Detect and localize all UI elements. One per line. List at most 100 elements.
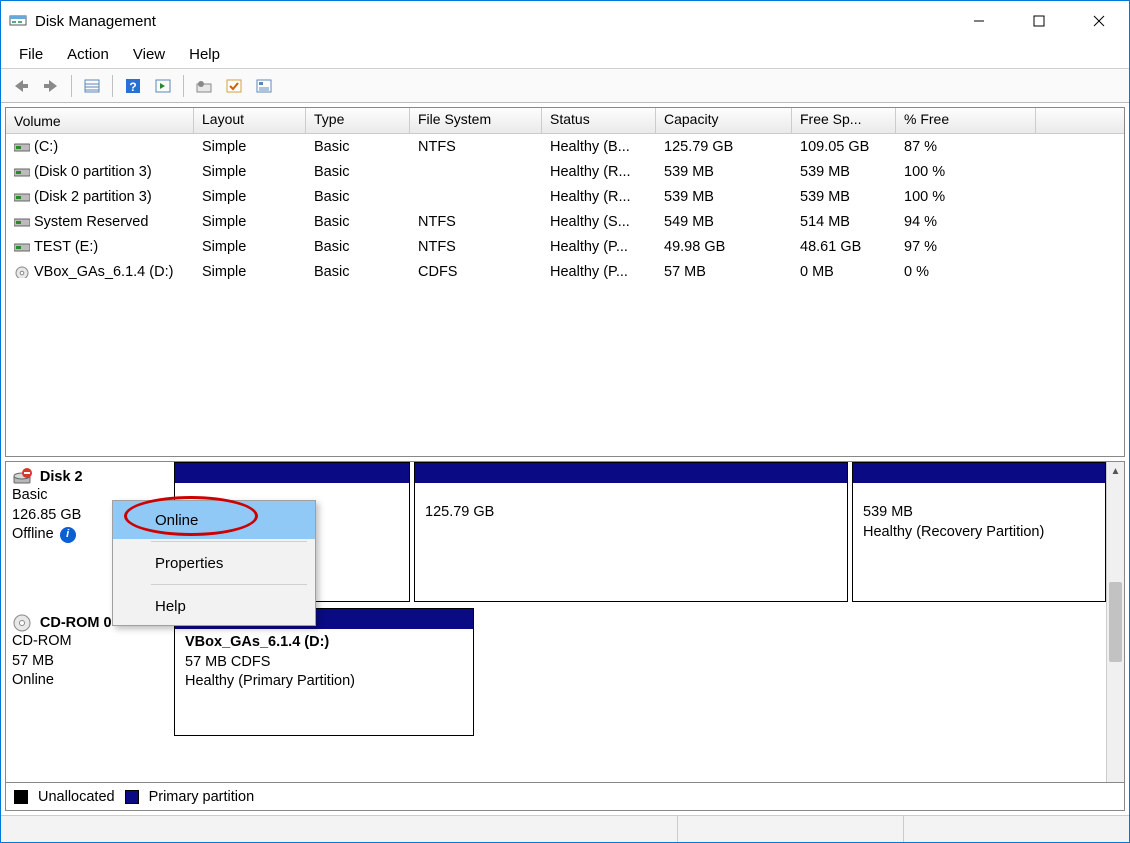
legend-primary: Primary partition: [149, 789, 255, 805]
svg-text:?: ?: [129, 80, 136, 94]
ctx-online[interactable]: Online: [113, 501, 315, 539]
volume-name-cell: System Reserved: [6, 212, 194, 232]
volume-capacity: 539 MB: [656, 162, 792, 182]
ctx-help[interactable]: Help: [113, 587, 315, 625]
col-layout[interactable]: Layout: [194, 108, 306, 133]
maximize-button[interactable]: [1009, 1, 1069, 41]
volume-layout: Simple: [194, 262, 306, 282]
volume-filesystem: NTFS: [410, 137, 542, 157]
disk2-partition-2[interactable]: 125.79 GB: [414, 462, 848, 602]
menu-help[interactable]: Help: [179, 44, 230, 65]
toolbar: ?: [1, 69, 1129, 103]
cdrom-icon: [12, 614, 32, 632]
cdrom0-type: CD-ROM: [12, 632, 166, 652]
volume-name: (Disk 0 partition 3): [34, 164, 152, 180]
volume-pctfree: 100 %: [896, 187, 1036, 207]
volume-name-cell: (Disk 0 partition 3): [6, 162, 194, 182]
volume-layout: Simple: [194, 187, 306, 207]
volume-freespace: 514 MB: [792, 212, 896, 232]
col-capacity[interactable]: Capacity: [656, 108, 792, 133]
col-volume[interactable]: Volume: [6, 108, 194, 133]
forward-button[interactable]: [37, 73, 65, 99]
menu-file[interactable]: File: [9, 44, 53, 65]
volume-capacity: 57 MB: [656, 262, 792, 282]
disk2-part2-size: 125.79 GB: [425, 503, 837, 523]
window-title: Disk Management: [35, 13, 156, 30]
col-filesystem[interactable]: File System: [410, 108, 542, 133]
volume-name: System Reserved: [34, 214, 148, 230]
close-button[interactable]: [1069, 1, 1129, 41]
help-button[interactable]: ?: [119, 73, 147, 99]
volume-type: Basic: [306, 187, 410, 207]
volume-filesystem: [410, 170, 542, 174]
volume-freespace: 539 MB: [792, 187, 896, 207]
volume-type: Basic: [306, 137, 410, 157]
disk2-state: Offline: [12, 526, 54, 542]
settings-button[interactable]: [190, 73, 218, 99]
menu-view[interactable]: View: [123, 44, 175, 65]
ctx-properties[interactable]: Properties: [113, 544, 315, 582]
volume-row[interactable]: VBox_GAs_6.1.4 (D:)SimpleBasicCDFSHealth…: [6, 259, 1124, 284]
col-status[interactable]: Status: [542, 108, 656, 133]
volume-capacity: 549 MB: [656, 212, 792, 232]
title-bar: Disk Management: [1, 1, 1129, 41]
graphical-view: Disk 2 Basic 126.85 GB Offline i 125.79 …: [5, 461, 1125, 783]
volume-layout: Simple: [194, 162, 306, 182]
menu-action[interactable]: Action: [57, 44, 119, 65]
volume-capacity: 125.79 GB: [656, 137, 792, 157]
volume-freespace: 48.61 GB: [792, 237, 896, 257]
volume-freespace: 0 MB: [792, 262, 896, 282]
volume-filesystem: [410, 195, 542, 199]
swatch-unallocated: [14, 790, 28, 804]
minimize-button[interactable]: [949, 1, 1009, 41]
volume-status: Healthy (R...: [542, 187, 656, 207]
cdrom0-vol-title: VBox_GAs_6.1.4 (D:): [185, 633, 463, 653]
volume-type: Basic: [306, 212, 410, 232]
cdrom0-volume[interactable]: VBox_GAs_6.1.4 (D:) 57 MB CDFS Healthy (…: [174, 608, 474, 736]
volume-pctfree: 94 %: [896, 212, 1036, 232]
app-icon: [9, 12, 27, 30]
cdrom0-meta[interactable]: CD-ROM 0 CD-ROM 57 MB Online: [8, 608, 174, 736]
volume-row[interactable]: (C:)SimpleBasicNTFSHealthy (B...125.79 G…: [6, 134, 1124, 159]
cdrom0-size: 57 MB: [12, 652, 166, 672]
info-icon[interactable]: i: [60, 527, 76, 543]
volume-row[interactable]: System ReservedSimpleBasicNTFSHealthy (S…: [6, 209, 1124, 234]
apply-button[interactable]: [220, 73, 248, 99]
col-freespace[interactable]: Free Sp...: [792, 108, 896, 133]
volume-filesystem: CDFS: [410, 262, 542, 282]
volume-row[interactable]: (Disk 0 partition 3)SimpleBasicHealthy (…: [6, 159, 1124, 184]
graphical-scrollbar[interactable]: ▲: [1106, 462, 1124, 782]
volume-row[interactable]: (Disk 2 partition 3)SimpleBasic Healthy (…: [6, 184, 1124, 209]
volume-filesystem: NTFS: [410, 237, 542, 257]
disk2-partition-3[interactable]: 539 MB Healthy (Recovery Partition): [852, 462, 1106, 602]
col-spacer: [1036, 108, 1124, 133]
show-hide-tree-button[interactable]: [78, 73, 106, 99]
volume-row[interactable]: TEST (E:)SimpleBasicNTFSHealthy (P...49.…: [6, 234, 1124, 259]
volume-body[interactable]: (C:)SimpleBasicNTFSHealthy (B...125.79 G…: [6, 134, 1124, 456]
col-type[interactable]: Type: [306, 108, 410, 133]
disk2-part3-size: 539 MB: [863, 503, 1095, 523]
back-button[interactable]: [7, 73, 35, 99]
scroll-up-icon[interactable]: ▲: [1107, 462, 1124, 480]
volume-freespace: 539 MB: [792, 162, 896, 182]
volume-status: Healthy (R...: [542, 162, 656, 182]
refresh-button[interactable]: [149, 73, 177, 99]
volume-pctfree: 100 %: [896, 162, 1036, 182]
volume-name-cell: (Disk 2 partition 3): [6, 187, 194, 207]
volume-status: Healthy (P...: [542, 237, 656, 257]
scroll-thumb[interactable]: [1109, 582, 1122, 662]
volume-status: Healthy (S...: [542, 212, 656, 232]
volume-layout: Simple: [194, 212, 306, 232]
cdrom0-state: Online: [12, 671, 166, 691]
disk2-title: Disk 2: [40, 469, 83, 485]
volume-type: Basic: [306, 237, 410, 257]
disk-error-icon: [12, 468, 32, 486]
disk-row-cdrom0[interactable]: CD-ROM 0 CD-ROM 57 MB Online VBox_GAs_6.…: [8, 608, 1106, 736]
volume-freespace: 109.05 GB: [792, 137, 896, 157]
list-button[interactable]: [250, 73, 278, 99]
volume-name: VBox_GAs_6.1.4 (D:): [34, 264, 173, 280]
volume-pctfree: 97 %: [896, 237, 1036, 257]
volume-status: Healthy (B...: [542, 137, 656, 157]
volume-name-cell: TEST (E:): [6, 237, 194, 257]
col-pctfree[interactable]: % Free: [896, 108, 1036, 133]
